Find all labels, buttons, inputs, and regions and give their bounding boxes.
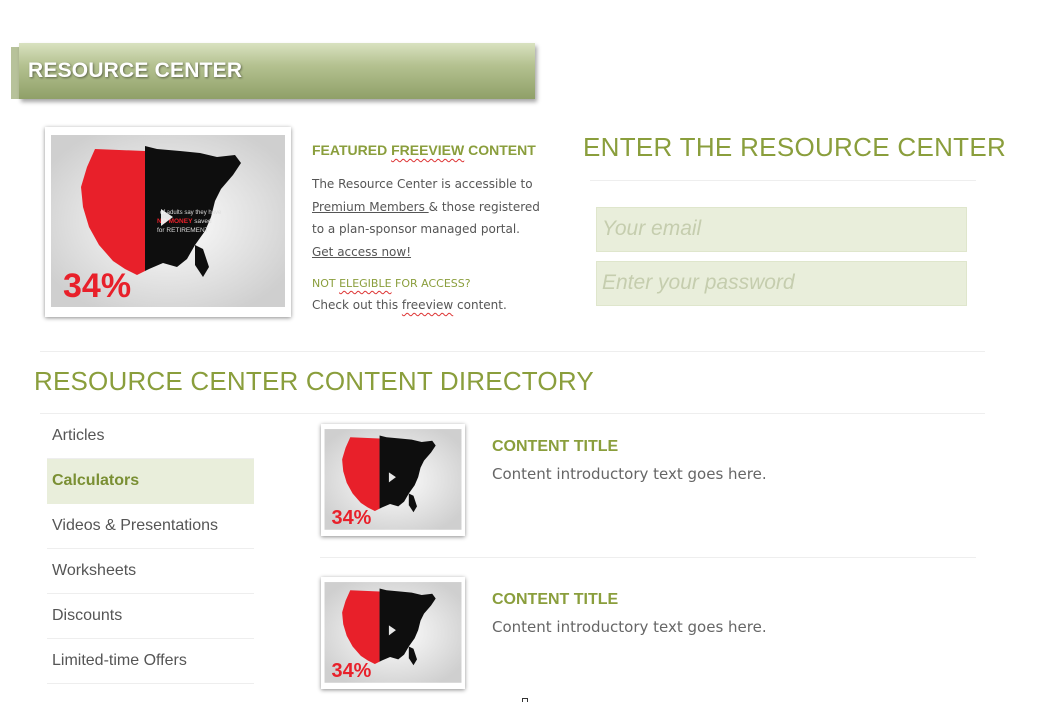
get-access-link[interactable]: Get access now! (312, 245, 411, 259)
content-intro: Content introductory text goes here. (492, 618, 767, 636)
content-title[interactable]: CONTENT TITLE (492, 438, 618, 456)
email-field[interactable]: Your email (596, 207, 967, 252)
freeview-prompt: Check out this freeview content. (312, 298, 507, 312)
page-title: RESOURCE CENTER (28, 59, 243, 82)
featured-heading: FEATURED FREEVIEW CONTENT (312, 142, 536, 158)
sidebar-item-videos-presentations[interactable]: Videos & Presentations (47, 504, 254, 549)
thumb-percent: 34% (63, 267, 131, 305)
sidebar-item-calculators[interactable]: Calculators (47, 459, 254, 504)
not-eligible-label: NOT ELEGIBLE FOR ACCESS? (312, 277, 471, 290)
sidebar-item-worksheets[interactable]: Worksheets (47, 549, 254, 594)
resource-center-banner: RESOURCE CENTER (19, 43, 535, 99)
featured-description: The Resource Center is accessible to Pre… (312, 177, 540, 259)
thumb-percent: 34% (332, 507, 372, 529)
featured-video-thumbnail[interactable]: of adults say they have NO MONEY saved f… (45, 127, 291, 317)
content-thumbnail[interactable]: 34% (321, 424, 465, 536)
sidebar-item-articles[interactable]: Articles (47, 414, 254, 459)
thumb-percent: 34% (332, 660, 372, 682)
sidebar-item-limited-time-offers[interactable]: Limited-time Offers (47, 639, 254, 684)
password-field[interactable]: Enter your password (596, 261, 967, 306)
text-cursor-marker (522, 698, 528, 702)
directory-title: RESOURCE CENTER CONTENT DIRECTORY (34, 366, 594, 396)
divider (590, 180, 976, 181)
premium-members-link[interactable]: Premium Members (312, 200, 429, 214)
thumb-caption-3: for RETIREMENT (157, 227, 209, 234)
content-title[interactable]: CONTENT TITLE (492, 591, 618, 609)
divider (40, 351, 985, 352)
divider (320, 557, 976, 558)
content-thumbnail[interactable]: 34% (321, 577, 465, 689)
content-intro: Content introductory text goes here. (492, 465, 767, 483)
sidebar-item-discounts[interactable]: Discounts (47, 594, 254, 639)
login-title: ENTER THE RESOURCE CENTER (583, 132, 1007, 162)
